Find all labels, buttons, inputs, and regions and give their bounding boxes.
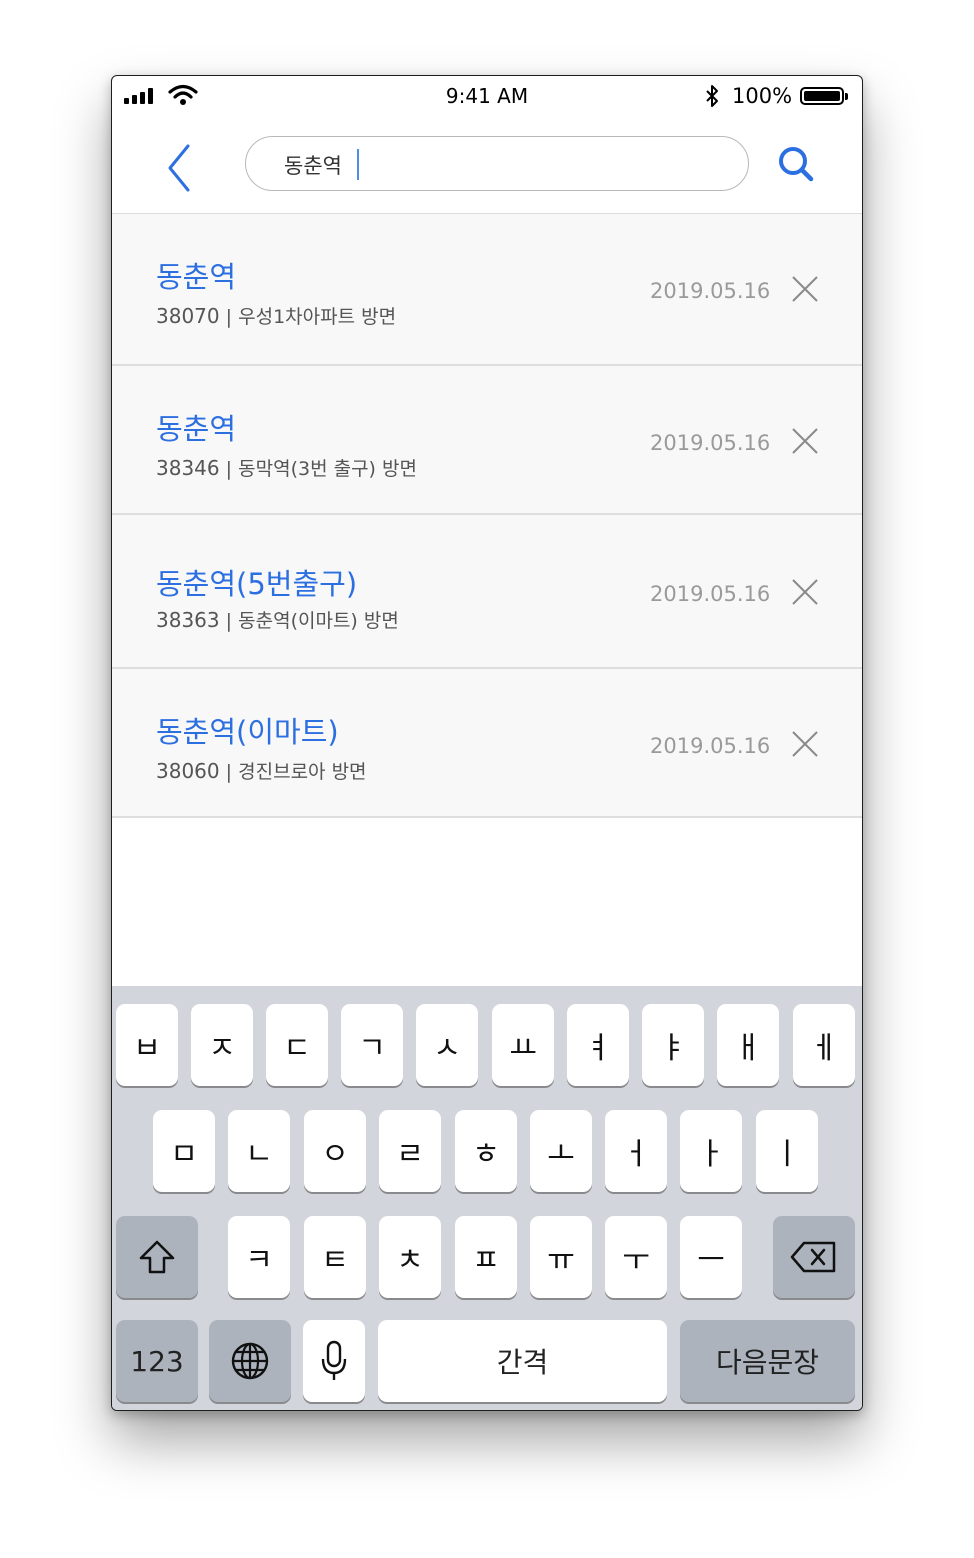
close-icon[interactable] <box>790 729 820 759</box>
battery-icon <box>800 87 848 105</box>
dictation-key[interactable] <box>303 1320 365 1402</box>
globe-key[interactable] <box>209 1320 291 1402</box>
station-info: 38346 | 동막역(3번 출구) 방면 <box>156 454 417 481</box>
station-name: 동춘역(이마트) <box>156 715 339 749</box>
space-key-label: 간격 <box>496 1346 549 1379</box>
key[interactable]: ㅏ <box>680 1110 742 1192</box>
search-date: 2019.05.16 <box>650 279 771 303</box>
bluetooth-icon <box>706 85 718 107</box>
station-info: 38060 | 경진브로아 방면 <box>156 757 367 784</box>
battery-percent: 100% <box>732 84 793 108</box>
key[interactable]: ㅑ <box>642 1004 704 1086</box>
key[interactable]: ㅁ <box>153 1110 215 1192</box>
station-direction: 우성1차아파트 방면 <box>238 306 397 328</box>
station-code: 38060 <box>156 759 220 783</box>
key[interactable]: ㅗ <box>530 1110 592 1192</box>
list-item[interactable]: 동춘역 38346 | 동막역(3번 출구) 방면 2019.05.16 <box>112 366 862 515</box>
key[interactable]: ㅠ <box>530 1216 592 1298</box>
search-icon[interactable] <box>776 144 816 184</box>
list-item[interactable]: 동춘역(이마트) 38060 | 경진브로아 방면 2019.05.16 <box>112 669 862 818</box>
info-separator: | <box>225 306 233 328</box>
station-direction: 동춘역(이마트) 방면 <box>238 610 399 632</box>
search-input-value: 동춘역 <box>284 154 342 178</box>
key[interactable]: ㅣ <box>756 1110 818 1192</box>
station-code: 38363 <box>156 608 220 632</box>
list-item[interactable]: 동춘역 38070 | 우성1차아파트 방면 2019.05.16 <box>112 214 862 366</box>
return-key-label: 다음문장 <box>715 1346 820 1379</box>
key[interactable]: ㅈ <box>191 1004 253 1086</box>
key[interactable]: ㅕ <box>567 1004 629 1086</box>
station-direction: 동막역(3번 출구) 방면 <box>238 458 417 480</box>
key[interactable]: ㅜ <box>605 1216 667 1298</box>
delete-key[interactable] <box>773 1216 855 1298</box>
numbers-key[interactable]: 123 <box>116 1320 198 1402</box>
station-info: 38070 | 우성1차아파트 방면 <box>156 302 396 329</box>
key[interactable]: ㅔ <box>793 1004 855 1086</box>
globe-icon <box>231 1342 269 1380</box>
recent-search-list: 동춘역 38070 | 우성1차아파트 방면 2019.05.16 동춘역 38… <box>112 214 862 818</box>
key[interactable]: ㅂ <box>116 1004 178 1086</box>
key[interactable]: ㅓ <box>605 1110 667 1192</box>
search-date: 2019.05.16 <box>650 582 771 606</box>
close-icon[interactable] <box>790 274 820 304</box>
phone-screen: 9:41 AM 100% 동춘역 동춘역 38070 | 우성1차아파트 방면 … <box>111 75 863 1411</box>
delete-icon <box>790 1241 836 1273</box>
key[interactable]: ㅋ <box>228 1216 290 1298</box>
info-separator: | <box>225 761 233 783</box>
station-info: 38363 | 동춘역(이마트) 방면 <box>156 606 399 633</box>
status-bar: 9:41 AM 100% <box>112 76 862 116</box>
station-name: 동춘역 <box>156 260 237 294</box>
shift-icon <box>139 1240 175 1274</box>
key[interactable]: ㅌ <box>304 1216 366 1298</box>
search-date: 2019.05.16 <box>650 734 771 758</box>
info-separator: | <box>225 610 233 632</box>
station-name: 동춘역(5번출구) <box>156 567 358 601</box>
shift-key[interactable] <box>116 1216 198 1298</box>
key[interactable]: ㅡ <box>680 1216 742 1298</box>
info-separator: | <box>225 458 233 480</box>
key[interactable]: ㄱ <box>341 1004 403 1086</box>
text-caret <box>357 149 359 180</box>
microphone-icon <box>321 1340 347 1380</box>
search-input[interactable]: 동춘역 <box>245 136 749 191</box>
close-icon[interactable] <box>790 426 820 456</box>
station-code: 38346 <box>156 456 220 480</box>
key[interactable]: ㅛ <box>492 1004 554 1086</box>
list-item[interactable]: 동춘역(5번출구) 38363 | 동춘역(이마트) 방면 2019.05.16 <box>112 515 862 669</box>
return-key[interactable]: 다음문장 <box>680 1320 855 1402</box>
key[interactable]: ㅍ <box>455 1216 517 1298</box>
key[interactable]: ㄴ <box>228 1110 290 1192</box>
station-code: 38070 <box>156 304 220 328</box>
key[interactable]: ㅇ <box>304 1110 366 1192</box>
key[interactable]: ㅎ <box>455 1110 517 1192</box>
korean-keyboard: ㅂ ㅈ ㄷ ㄱ ㅅ ㅛ ㅕ ㅑ ㅐ ㅔ ㅁ ㄴ ㅇ ㄹ ㅎ ㅗ ㅓ ㅏ ㅣ ㅋ … <box>112 986 862 1410</box>
key[interactable]: ㅅ <box>416 1004 478 1086</box>
key[interactable]: ㅐ <box>717 1004 779 1086</box>
key[interactable]: ㄹ <box>379 1110 441 1192</box>
numbers-key-label: 123 <box>130 1344 184 1378</box>
key[interactable]: ㄷ <box>266 1004 328 1086</box>
search-date: 2019.05.16 <box>650 431 771 455</box>
space-key[interactable]: 간격 <box>378 1320 667 1402</box>
station-direction: 경진브로아 방면 <box>238 761 367 783</box>
close-icon[interactable] <box>790 577 820 607</box>
chevron-left-icon[interactable] <box>160 142 200 194</box>
station-name: 동춘역 <box>156 412 237 446</box>
key[interactable]: ㅊ <box>379 1216 441 1298</box>
